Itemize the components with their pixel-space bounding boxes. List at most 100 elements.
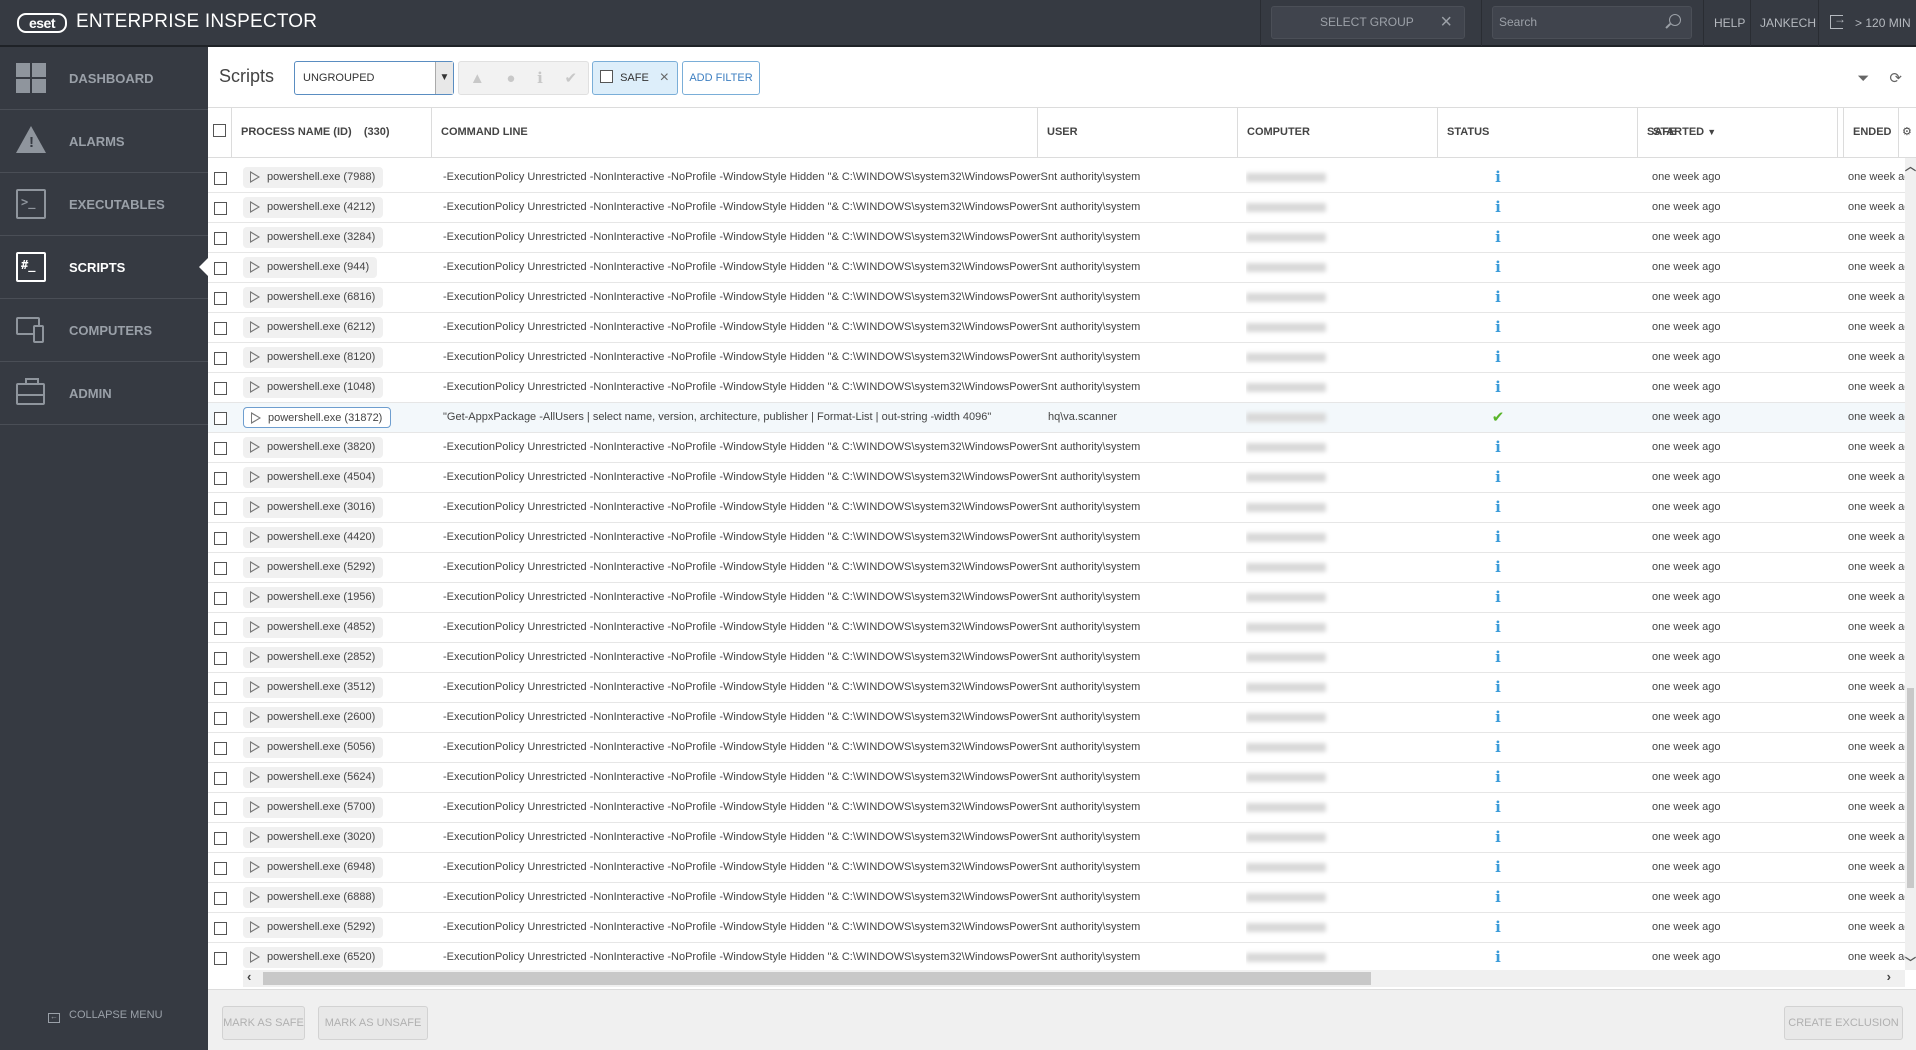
scroll-right-icon[interactable]: › bbox=[1887, 969, 1891, 984]
row-checkbox[interactable] bbox=[214, 622, 227, 635]
process-chip[interactable]: powershell.exe (1956) bbox=[243, 587, 384, 608]
table-row[interactable]: powershell.exe (944) -ExecutionPolicy Unr… bbox=[208, 253, 1905, 283]
row-checkbox[interactable] bbox=[214, 712, 227, 725]
add-filter-button[interactable]: ADD FILTER bbox=[682, 61, 760, 95]
table-row[interactable]: powershell.exe (2600) -ExecutionPolicy Un… bbox=[208, 703, 1905, 733]
process-chip[interactable]: powershell.exe (5624) bbox=[243, 767, 384, 788]
row-checkbox[interactable] bbox=[214, 862, 227, 875]
sidebar-item-dashboard[interactable]: DASHBOARD bbox=[0, 47, 208, 110]
column-ended[interactable]: ENDED bbox=[1844, 108, 1899, 157]
warning-filter-icon[interactable]: ▲ bbox=[470, 70, 485, 87]
table-row[interactable]: powershell.exe (4852) -ExecutionPolicy Un… bbox=[208, 613, 1905, 643]
process-chip[interactable]: powershell.exe (6816) bbox=[243, 287, 384, 308]
sidebar-item-alarms[interactable]: ! ALARMS bbox=[0, 110, 208, 173]
row-checkbox[interactable] bbox=[214, 382, 227, 395]
process-chip[interactable]: powershell.exe (6212) bbox=[243, 317, 384, 338]
create-exclusion-button[interactable]: CREATE EXCLUSION bbox=[1784, 1006, 1903, 1040]
process-chip[interactable]: powershell.exe (2600) bbox=[243, 707, 384, 728]
process-chip[interactable]: powershell.exe (6948) bbox=[243, 857, 384, 878]
sidebar-item-computers[interactable]: COMPUTERS bbox=[0, 299, 208, 362]
scroll-down-icon[interactable]: ﹀ bbox=[1905, 954, 1916, 970]
process-chip[interactable]: powershell.exe (8120) bbox=[243, 347, 384, 368]
row-checkbox[interactable] bbox=[214, 652, 227, 665]
process-chip[interactable]: powershell.exe (6888) bbox=[243, 887, 384, 908]
mark-as-safe-button[interactable]: MARK AS SAFE bbox=[222, 1006, 305, 1040]
select-group-dropdown[interactable]: SELECT GROUP × bbox=[1271, 6, 1465, 39]
table-row[interactable]: powershell.exe (6948) -ExecutionPolicy Un… bbox=[208, 853, 1905, 883]
check-filter-icon[interactable]: ✔ bbox=[565, 69, 578, 87]
sidebar-item-admin[interactable]: ADMIN bbox=[0, 362, 208, 425]
column-status[interactable]: STATUS bbox=[1438, 108, 1638, 157]
table-row[interactable]: powershell.exe (8120) -ExecutionPolicy Un… bbox=[208, 343, 1905, 373]
chevron-down-icon[interactable]: ▼ bbox=[435, 62, 453, 94]
row-checkbox[interactable] bbox=[214, 802, 227, 815]
row-checkbox[interactable] bbox=[214, 742, 227, 755]
sidebar-item-executables[interactable]: >_ EXECUTABLES bbox=[0, 173, 208, 236]
table-row[interactable]: powershell.exe (3820) -ExecutionPolicy Un… bbox=[208, 433, 1905, 463]
select-all-checkbox[interactable] bbox=[213, 124, 226, 137]
process-chip[interactable]: powershell.exe (5700) bbox=[243, 797, 384, 818]
table-row[interactable]: powershell.exe (31872) "Get-AppxPackage -… bbox=[208, 403, 1905, 433]
vertical-scrollbar[interactable]: ︿ ﹀ bbox=[1905, 158, 1916, 970]
collapse-menu-button[interactable]: ← COLLAPSE MENU bbox=[48, 1009, 163, 1023]
user-menu[interactable]: JANKECH bbox=[1760, 0, 1816, 46]
row-checkbox[interactable] bbox=[214, 922, 227, 935]
row-checkbox[interactable] bbox=[214, 562, 227, 575]
process-chip[interactable]: powershell.exe (31872) bbox=[243, 407, 392, 428]
filter-icon[interactable]: ⏷ bbox=[1857, 70, 1869, 87]
scroll-up-icon[interactable]: ︿ bbox=[1905, 158, 1916, 174]
process-chip[interactable]: powershell.exe (3284) bbox=[243, 227, 384, 248]
table-row[interactable]: powershell.exe (2852) -ExecutionPolicy Un… bbox=[208, 643, 1905, 673]
table-row[interactable]: powershell.exe (4212) -ExecutionPolicy Un… bbox=[208, 193, 1905, 223]
row-checkbox[interactable] bbox=[214, 952, 227, 965]
row-checkbox[interactable] bbox=[214, 502, 227, 515]
search-input[interactable]: Search bbox=[1492, 6, 1692, 39]
row-checkbox[interactable] bbox=[214, 892, 227, 905]
table-row[interactable]: powershell.exe (6888) -ExecutionPolicy Un… bbox=[208, 883, 1905, 913]
process-chip[interactable]: powershell.exe (5292) bbox=[243, 557, 384, 578]
row-checkbox[interactable] bbox=[214, 202, 227, 215]
row-checkbox[interactable] bbox=[214, 172, 227, 185]
process-chip[interactable]: powershell.exe (5292) bbox=[243, 917, 384, 938]
row-checkbox[interactable] bbox=[214, 472, 227, 485]
column-started[interactable]: STARTED ▼ bbox=[1644, 108, 1844, 157]
process-chip[interactable]: powershell.exe (6520) bbox=[243, 947, 384, 968]
row-checkbox[interactable] bbox=[214, 442, 227, 455]
column-command-line[interactable]: COMMAND LINE bbox=[432, 108, 1038, 157]
sidebar-item-scripts[interactable]: #_ SCRIPTS bbox=[0, 236, 208, 299]
safe-filter-checkbox[interactable] bbox=[600, 70, 613, 83]
row-checkbox[interactable] bbox=[214, 832, 227, 845]
row-checkbox[interactable] bbox=[214, 682, 227, 695]
process-chip[interactable]: powershell.exe (3820) bbox=[243, 437, 384, 458]
table-row[interactable]: powershell.exe (3020) -ExecutionPolicy Un… bbox=[208, 823, 1905, 853]
process-chip[interactable]: powershell.exe (1048) bbox=[243, 377, 384, 398]
column-computer[interactable]: COMPUTER bbox=[1238, 108, 1438, 157]
row-checkbox[interactable] bbox=[214, 292, 227, 305]
remove-filter-icon[interactable]: × bbox=[660, 62, 669, 94]
logout-icon[interactable] bbox=[1830, 12, 1846, 29]
table-row[interactable]: powershell.exe (6816) -ExecutionPolicy Un… bbox=[208, 283, 1905, 313]
process-chip[interactable]: powershell.exe (3016) bbox=[243, 497, 384, 518]
column-settings-icon[interactable]: ⚙ bbox=[1899, 108, 1916, 157]
mark-as-unsafe-button[interactable]: MARK AS UNSAFE bbox=[318, 1006, 428, 1040]
safe-filter-chip[interactable]: SAFE × bbox=[592, 61, 678, 95]
table-row[interactable]: powershell.exe (1956) -ExecutionPolicy Un… bbox=[208, 583, 1905, 613]
process-chip[interactable]: powershell.exe (4504) bbox=[243, 467, 384, 488]
row-checkbox[interactable] bbox=[214, 532, 227, 545]
row-checkbox[interactable] bbox=[214, 412, 227, 425]
process-chip[interactable]: powershell.exe (3512) bbox=[243, 677, 384, 698]
scroll-left-icon[interactable]: ‹ bbox=[247, 969, 251, 984]
column-process-name[interactable]: PROCESS NAME (ID) (330) bbox=[232, 108, 432, 157]
table-row[interactable]: powershell.exe (3284) -ExecutionPolicy Un… bbox=[208, 223, 1905, 253]
row-checkbox[interactable] bbox=[214, 232, 227, 245]
process-chip[interactable]: powershell.exe (4212) bbox=[243, 197, 384, 218]
process-chip[interactable]: powershell.exe (944) bbox=[243, 257, 378, 278]
row-checkbox[interactable] bbox=[214, 262, 227, 275]
table-row[interactable]: powershell.exe (4504) -ExecutionPolicy Un… bbox=[208, 463, 1905, 493]
scrollbar-thumb[interactable] bbox=[1907, 688, 1914, 888]
table-row[interactable]: powershell.exe (7988) -ExecutionPolicy Un… bbox=[208, 163, 1905, 193]
info-filter-icon[interactable]: i bbox=[537, 69, 543, 87]
column-user[interactable]: USER bbox=[1038, 108, 1238, 157]
row-checkbox[interactable] bbox=[214, 772, 227, 785]
table-row[interactable]: powershell.exe (5292) -ExecutionPolicy Un… bbox=[208, 553, 1905, 583]
